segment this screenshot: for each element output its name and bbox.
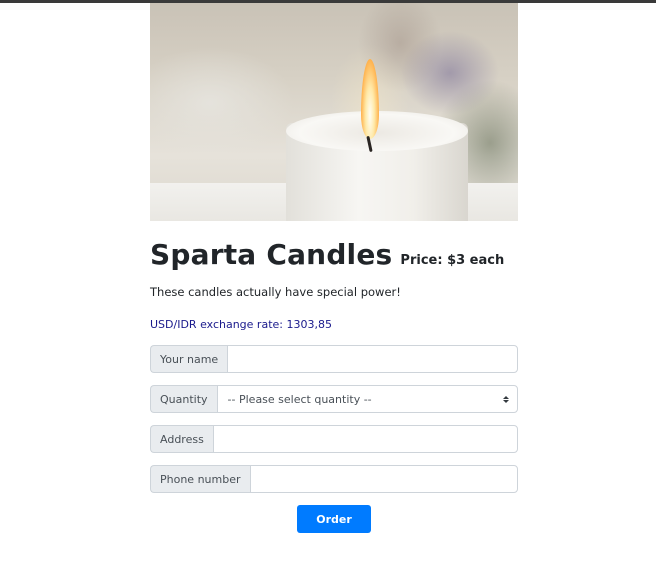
name-input[interactable] [227,345,518,373]
exchange-rate: USD/IDR exchange rate: 1303,85 [150,318,332,331]
product-description: These candles actually have special powe… [150,285,401,299]
address-label: Address [150,425,213,453]
phone-group: Phone number [150,465,518,493]
product-heading: Sparta Candles Price: $3 each [150,238,518,272]
candle-image [150,3,518,221]
order-button-wrap: Order [150,505,518,533]
name-group: Your name [150,345,518,373]
quantity-label: Quantity [150,385,217,413]
order-button[interactable]: Order [297,505,371,533]
quantity-select[interactable]: -- Please select quantity -- [216,385,518,413]
address-group: Address [150,425,518,453]
product-card: Sparta Candles Price: $3 each These cand… [150,3,518,533]
product-price: Price: $3 each [400,253,505,268]
quantity-selected-value: -- Please select quantity -- [227,392,372,406]
quantity-group: Quantity -- Please select quantity -- [150,385,518,413]
phone-label: Phone number [150,465,250,493]
order-form: Your name Quantity -- Please select quan… [150,345,518,533]
product-title: Sparta Candles [150,238,393,271]
name-label: Your name [150,345,228,373]
address-input[interactable] [212,425,518,453]
select-caret-icon [503,395,509,403]
phone-input[interactable] [249,465,518,493]
